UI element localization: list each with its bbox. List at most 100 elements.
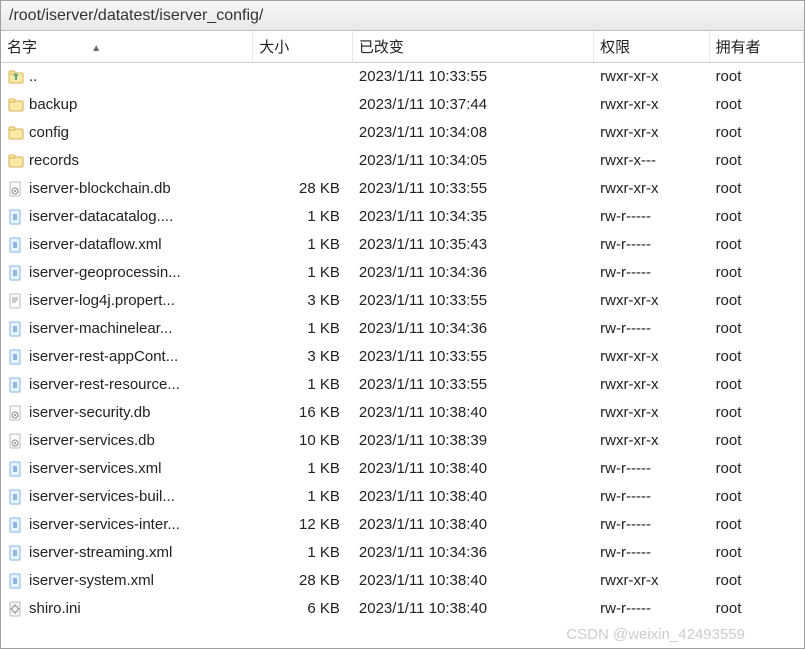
cell-perm: rwxr-xr-x (594, 371, 709, 399)
cell-size (253, 119, 353, 147)
table-row[interactable]: records2023/1/11 10:34:05rwxr-x---root (1, 147, 804, 175)
folder-icon (7, 124, 25, 142)
cell-name[interactable]: .. (1, 63, 253, 91)
table-row[interactable]: iserver-rest-appCont...3 KB2023/1/11 10:… (1, 343, 804, 371)
table-row[interactable]: iserver-geoprocessin...1 KB2023/1/11 10:… (1, 259, 804, 287)
table-row[interactable]: iserver-streaming.xml1 KB2023/1/11 10:34… (1, 539, 804, 567)
cell-name[interactable]: iserver-blockchain.db (1, 175, 253, 203)
cell-name[interactable]: backup (1, 91, 253, 119)
cell-owner: root (709, 539, 803, 567)
sort-indicator-icon: ▲ (91, 43, 101, 54)
xml-icon (7, 460, 25, 478)
cell-changed: 2023/1/11 10:34:08 (352, 119, 593, 147)
cell-size: 28 KB (253, 175, 353, 203)
column-header-size[interactable]: 大小 (253, 31, 353, 63)
cell-changed: 2023/1/11 10:33:55 (352, 371, 593, 399)
cell-changed: 2023/1/11 10:34:05 (352, 147, 593, 175)
current-path: /root/iserver/datatest/iserver_config/ (9, 7, 263, 25)
cell-name[interactable]: iserver-geoprocessin... (1, 259, 253, 287)
cell-changed: 2023/1/11 10:34:35 (352, 203, 593, 231)
cell-owner: root (709, 231, 803, 259)
cell-changed: 2023/1/11 10:34:36 (352, 315, 593, 343)
cell-changed: 2023/1/11 10:37:44 (352, 91, 593, 119)
cell-size: 1 KB (253, 455, 353, 483)
cell-changed: 2023/1/11 10:33:55 (352, 63, 593, 91)
path-bar[interactable]: /root/iserver/datatest/iserver_config/ (1, 1, 804, 31)
table-row[interactable]: iserver-blockchain.db28 KB2023/1/11 10:3… (1, 175, 804, 203)
cell-changed: 2023/1/11 10:35:43 (352, 231, 593, 259)
cell-size: 16 KB (253, 399, 353, 427)
cell-name[interactable]: iserver-services-buil... (1, 483, 253, 511)
cell-name[interactable]: iserver-services.xml (1, 455, 253, 483)
file-name-label: backup (29, 96, 77, 113)
table-row[interactable]: iserver-system.xml28 KB2023/1/11 10:38:4… (1, 567, 804, 595)
cell-perm: rw-r----- (594, 203, 709, 231)
column-header-perm[interactable]: 权限 (594, 31, 709, 63)
cell-name[interactable]: iserver-rest-resource... (1, 371, 253, 399)
cell-name[interactable]: iserver-system.xml (1, 567, 253, 595)
cell-size: 12 KB (253, 511, 353, 539)
table-row[interactable]: iserver-services.db10 KB2023/1/11 10:38:… (1, 427, 804, 455)
cell-size: 6 KB (253, 595, 353, 623)
column-header-changed[interactable]: 已改变 (352, 31, 593, 63)
cell-name[interactable]: iserver-datacatalog.... (1, 203, 253, 231)
cell-perm: rwxr-xr-x (594, 91, 709, 119)
cell-name[interactable]: iserver-rest-appCont... (1, 343, 253, 371)
table-row[interactable]: iserver-services.xml1 KB2023/1/11 10:38:… (1, 455, 804, 483)
cell-name[interactable]: iserver-machinelear... (1, 315, 253, 343)
cell-size: 28 KB (253, 567, 353, 595)
cell-name[interactable]: iserver-security.db (1, 399, 253, 427)
cell-owner: root (709, 343, 803, 371)
db-icon (7, 180, 25, 198)
table-row[interactable]: shiro.ini6 KB2023/1/11 10:38:40rw-r-----… (1, 595, 804, 623)
cell-owner: root (709, 203, 803, 231)
cell-owner: root (709, 315, 803, 343)
cell-perm: rwxr-xr-x (594, 399, 709, 427)
cell-name[interactable]: iserver-streaming.xml (1, 539, 253, 567)
cell-owner: root (709, 427, 803, 455)
xml-icon (7, 348, 25, 366)
cell-size: 10 KB (253, 427, 353, 455)
cell-perm: rwxr-x--- (594, 147, 709, 175)
cell-name[interactable]: iserver-log4j.propert... (1, 287, 253, 315)
xml-icon (7, 572, 25, 590)
cell-changed: 2023/1/11 10:34:36 (352, 259, 593, 287)
file-table: 名字 ▲ 大小 已改变 权限 拥有者 ..2023/1/11 10:33:55r… (1, 31, 804, 623)
cell-name[interactable]: records (1, 147, 253, 175)
table-row[interactable]: iserver-datacatalog....1 KB2023/1/11 10:… (1, 203, 804, 231)
table-row[interactable]: iserver-security.db16 KB2023/1/11 10:38:… (1, 399, 804, 427)
xml-icon (7, 376, 25, 394)
file-name-label: shiro.ini (29, 600, 81, 617)
watermark: CSDN @weixin_42493559 (566, 626, 745, 643)
table-row[interactable]: iserver-dataflow.xml1 KB2023/1/11 10:35:… (1, 231, 804, 259)
table-row[interactable]: config 2023/1/11 10:34:08rwxr-xr-xroot (1, 119, 804, 147)
cell-name[interactable]: iserver-services-inter... (1, 511, 253, 539)
cell-perm: rwxr-xr-x (594, 119, 709, 147)
column-header-name[interactable]: 名字 ▲ (1, 31, 253, 63)
cell-owner: root (709, 259, 803, 287)
folder-icon (7, 152, 25, 170)
cell-size: 1 KB (253, 259, 353, 287)
cell-perm: rwxr-xr-x (594, 343, 709, 371)
cell-size (253, 147, 353, 175)
table-row[interactable]: iserver-services-inter...12 KB2023/1/11 … (1, 511, 804, 539)
cell-name[interactable]: iserver-services.db (1, 427, 253, 455)
cell-owner: root (709, 175, 803, 203)
cell-changed: 2023/1/11 10:33:55 (352, 343, 593, 371)
cell-name[interactable]: shiro.ini (1, 595, 253, 623)
cell-size: 1 KB (253, 539, 353, 567)
cell-changed: 2023/1/11 10:33:55 (352, 287, 593, 315)
cell-name[interactable]: config (1, 119, 253, 147)
column-header-owner[interactable]: 拥有者 (709, 31, 803, 63)
file-name-label: iserver-machinelear... (29, 320, 172, 337)
table-row[interactable]: iserver-services-buil...1 KB2023/1/11 10… (1, 483, 804, 511)
table-row[interactable]: iserver-rest-resource...1 KB2023/1/11 10… (1, 371, 804, 399)
table-row[interactable]: iserver-log4j.propert...3 KB2023/1/11 10… (1, 287, 804, 315)
cell-name[interactable]: iserver-dataflow.xml (1, 231, 253, 259)
cell-owner: root (709, 119, 803, 147)
file-name-label: iserver-datacatalog.... (29, 208, 173, 225)
table-row[interactable]: iserver-machinelear...1 KB2023/1/11 10:3… (1, 315, 804, 343)
table-row[interactable]: ..2023/1/11 10:33:55rwxr-xr-xroot (1, 63, 804, 91)
table-row[interactable]: backup2023/1/11 10:37:44rwxr-xr-xroot (1, 91, 804, 119)
cell-owner: root (709, 595, 803, 623)
